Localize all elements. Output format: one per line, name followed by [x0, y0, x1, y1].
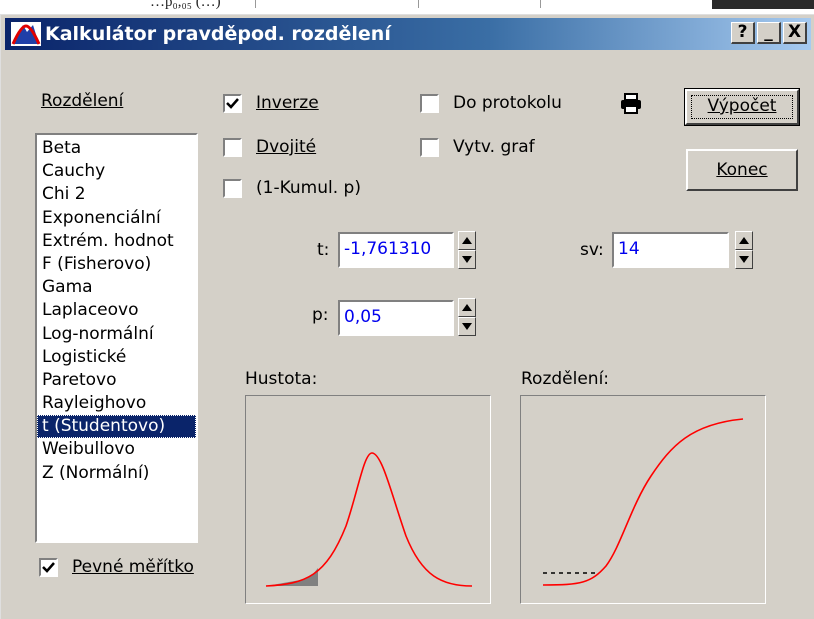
density-curve	[265, 452, 473, 587]
help-button[interactable]: ?	[731, 22, 755, 44]
distribution-list-label-text: Rozdělení	[41, 91, 124, 111]
list-item[interactable]: Logistické	[37, 346, 196, 369]
list-item[interactable]: Cauchy	[37, 160, 196, 183]
dvojite-label: Dvojité	[256, 137, 317, 157]
protokol-checkbox-box[interactable]	[420, 93, 439, 113]
spin-down-button[interactable]	[458, 250, 476, 269]
list-item[interactable]: Weibullovo	[37, 438, 196, 461]
p-input[interactable]: 0,05	[338, 300, 454, 336]
list-item[interactable]: F (Fisherovo)	[37, 253, 196, 276]
spin-down-button[interactable]	[735, 250, 753, 269]
arrow-down-icon	[739, 256, 749, 263]
sv-label: sv:	[580, 240, 604, 260]
pevne-meritko-checkbox[interactable]: Pevné měřítko	[39, 557, 194, 577]
inverze-checkbox[interactable]: Inverze	[223, 93, 319, 113]
sv-spinner[interactable]	[735, 231, 753, 269]
graf-checkbox[interactable]: Vytv. graf	[420, 137, 535, 157]
cdf-plot	[542, 418, 744, 586]
pevne-meritko-checkbox-box[interactable]	[39, 557, 58, 577]
distribution-listbox[interactable]: Beta Cauchy Chi 2 Exponenciální Extrém. …	[35, 133, 198, 543]
checkmark-icon	[42, 561, 55, 573]
list-item[interactable]: Chi 2	[37, 183, 196, 206]
arrow-up-icon	[462, 237, 472, 244]
density-plot	[265, 452, 473, 587]
t-label: t:	[317, 240, 330, 260]
vypocet-button[interactable]: Výpočet	[684, 88, 800, 126]
protokol-label: Do protokolu	[453, 93, 562, 113]
background-text-fragment: …p₀,₀₅ (…)	[150, 0, 221, 10]
arrow-down-icon	[462, 323, 472, 330]
window-title: Kalkulátor pravděpod. rozdělení	[45, 23, 391, 45]
konec-button-label: Konec	[716, 160, 768, 180]
minimize-button[interactable]: _	[757, 22, 781, 44]
list-item[interactable]: Paretovo	[37, 369, 196, 392]
spin-up-button[interactable]	[458, 231, 476, 250]
spin-up-button[interactable]	[458, 298, 476, 317]
kumul-checkbox-box[interactable]	[223, 178, 242, 198]
distribution-app-icon	[11, 22, 41, 46]
spin-up-button[interactable]	[735, 231, 753, 250]
list-item[interactable]: Log-normální	[37, 323, 196, 346]
background-line	[255, 0, 256, 8]
printer-icon[interactable]	[619, 93, 643, 115]
density-graph	[245, 395, 491, 604]
close-button[interactable]: X	[783, 22, 807, 44]
spin-down-button[interactable]	[458, 317, 476, 336]
cdf-curve	[542, 418, 744, 586]
t-input[interactable]: -1,761310	[338, 232, 454, 268]
arrow-up-icon	[462, 304, 472, 311]
list-item[interactable]: Gama	[37, 276, 196, 299]
t-spinner[interactable]	[458, 231, 476, 269]
pevne-meritko-label: Pevné měřítko	[72, 557, 194, 577]
checkmark-icon	[226, 97, 239, 109]
list-item[interactable]: Rayleighovo	[37, 392, 196, 415]
protokol-checkbox[interactable]: Do protokolu	[420, 93, 562, 113]
list-item[interactable]: Beta	[37, 137, 196, 160]
arrow-up-icon	[739, 237, 749, 244]
dvojite-checkbox-box[interactable]	[223, 137, 242, 157]
distribution-list-label: Rozdělení	[41, 91, 123, 111]
background-line	[540, 0, 541, 8]
sv-input[interactable]: 14	[612, 232, 729, 268]
list-item[interactable]: Exponenciální	[37, 207, 196, 230]
p-spinner[interactable]	[458, 298, 476, 336]
background-bar	[712, 0, 814, 9]
p-label: p:	[312, 305, 329, 325]
calculator-dialog: Kalkulátor pravděpod. rozdělení ? _ X Ro…	[0, 14, 814, 619]
kumul-label: (1-Kumul. p)	[256, 178, 361, 198]
kumul-checkbox[interactable]: (1-Kumul. p)	[223, 178, 361, 198]
inverze-checkbox-box[interactable]	[223, 93, 242, 113]
list-item-selected[interactable]: t (Studentovo)	[37, 415, 196, 439]
arrow-down-icon	[462, 256, 472, 263]
background-line	[418, 0, 419, 8]
dvojite-checkbox[interactable]: Dvojité	[223, 137, 316, 157]
density-graph-label: Hustota:	[245, 369, 318, 389]
list-item[interactable]: Z (Normální)	[37, 462, 196, 485]
list-item[interactable]: Extrém. hodnot	[37, 230, 196, 253]
cdf-graph	[520, 395, 766, 604]
focus-rect	[691, 95, 793, 119]
cdf-graph-label: Rozdělení:	[521, 369, 610, 389]
konec-button[interactable]: Konec	[686, 149, 798, 191]
inverze-label: Inverze	[256, 93, 319, 113]
list-item[interactable]: Laplaceovo	[37, 299, 196, 322]
graf-label: Vytv. graf	[453, 137, 535, 157]
graf-checkbox-box[interactable]	[420, 137, 439, 157]
title-bar[interactable]: Kalkulátor pravděpod. rozdělení ? _ X	[5, 18, 811, 50]
